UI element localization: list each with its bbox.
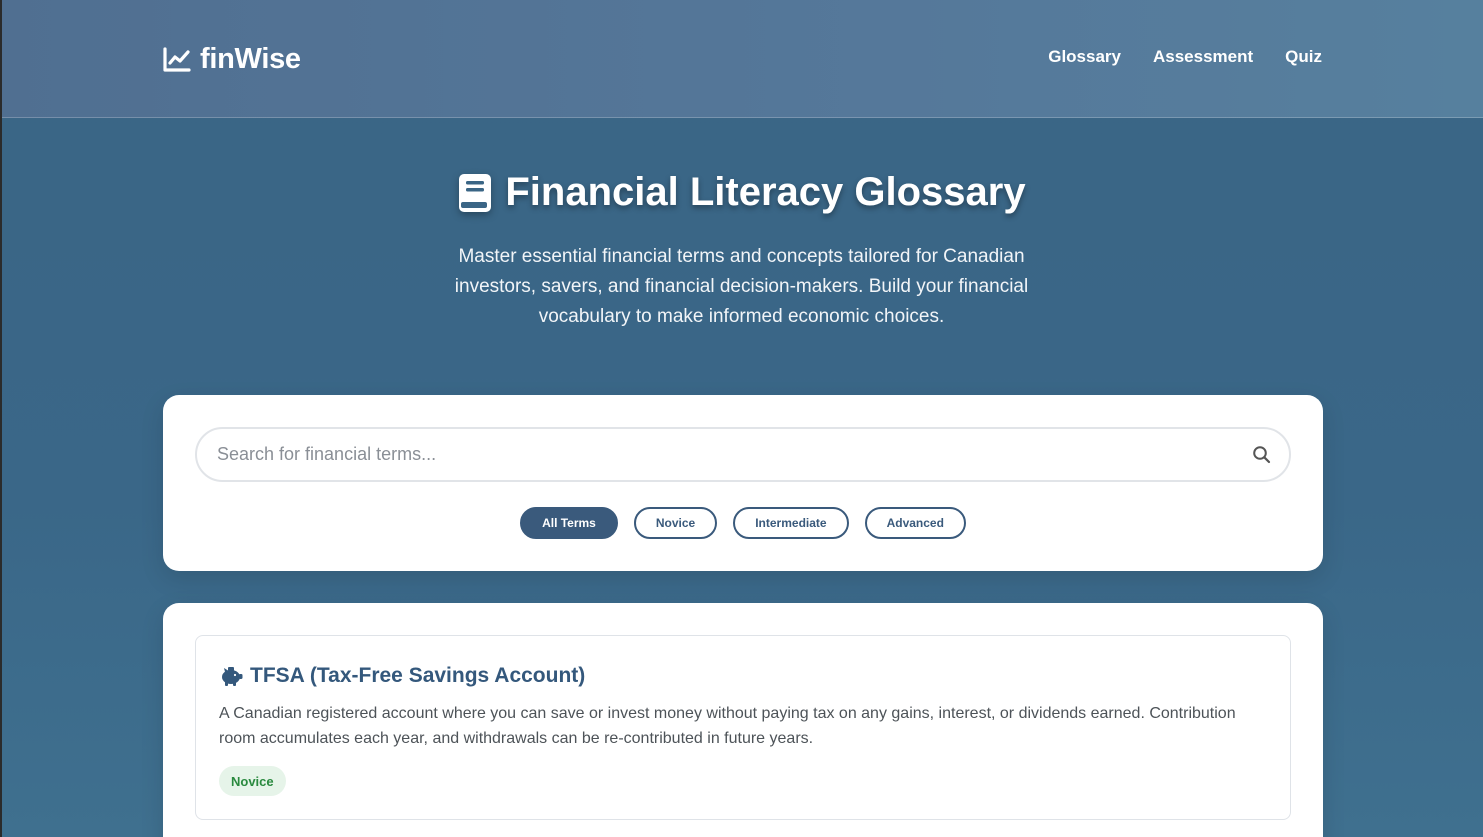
page-subtitle: Master essential financial terms and con… — [454, 246, 1029, 327]
term-card[interactable]: TFSA (Tax-Free Savings Account) A Canadi… — [195, 635, 1291, 820]
search-input[interactable] — [217, 429, 1237, 480]
filter-intermediate[interactable]: Intermediate — [733, 507, 849, 539]
book-icon — [459, 173, 492, 212]
search-icon[interactable] — [1252, 445, 1271, 464]
filter-novice[interactable]: Novice — [633, 507, 718, 539]
search-panel: All Terms Novice Intermediate Advanced — [163, 395, 1323, 571]
window-edge — [0, 0, 2, 837]
brand-logo[interactable]: finWise — [162, 43, 301, 76]
page-title-text: Financial Literacy Glossary — [505, 170, 1026, 214]
filter-all-terms[interactable]: All Terms — [520, 507, 618, 539]
brand-name: finWise — [200, 43, 301, 75]
level-filters: All Terms Novice Intermediate Advanced — [163, 507, 1323, 539]
main-nav: Glossary Assessment Quiz — [1048, 47, 1322, 67]
piggy-bank-icon — [222, 667, 243, 686]
filter-advanced[interactable]: Advanced — [864, 507, 966, 539]
nav-link-glossary[interactable]: Glossary — [1048, 47, 1121, 67]
level-badge-novice: Novice — [219, 766, 286, 796]
nav-link-assessment[interactable]: Assessment — [1153, 47, 1253, 67]
page-title: Financial Literacy Glossary — [0, 170, 1483, 215]
term-title-text: TFSA (Tax-Free Savings Account) — [250, 664, 586, 687]
search-box — [195, 427, 1291, 482]
site-header: finWise Glossary Assessment Quiz — [2, 0, 1483, 118]
term-title: TFSA (Tax-Free Savings Account) — [219, 664, 585, 688]
term-description: A Canadian registered account where you … — [219, 705, 1236, 747]
chart-line-icon — [163, 46, 191, 72]
nav-link-quiz[interactable]: Quiz — [1285, 47, 1322, 67]
terms-list: TFSA (Tax-Free Savings Account) A Canadi… — [163, 603, 1323, 837]
